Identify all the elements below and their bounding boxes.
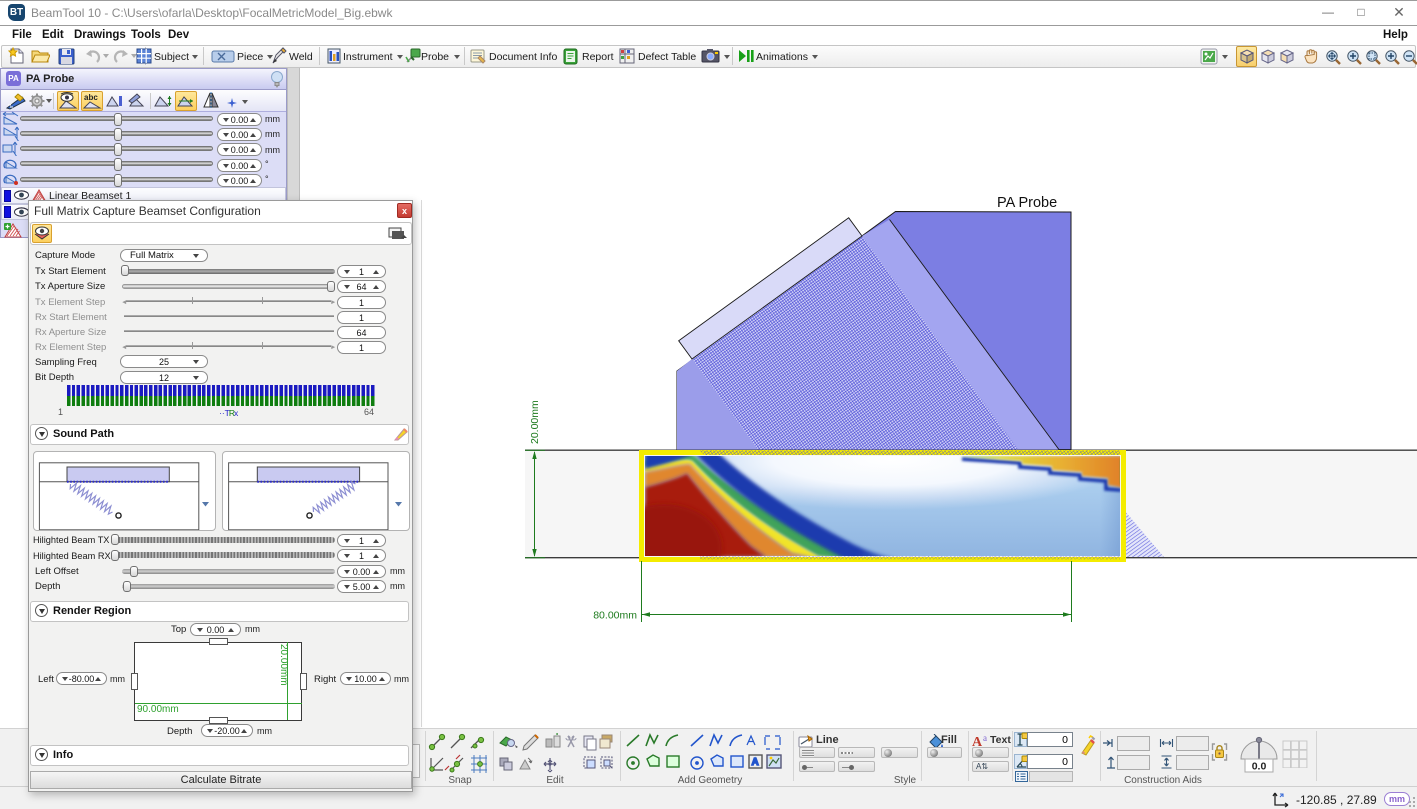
svg-text:PA Probe: PA Probe <box>997 195 1057 211</box>
svg-text:A: A <box>752 757 759 768</box>
svg-text:0.0: 0.0 <box>1252 761 1267 773</box>
svg-text:a: a <box>983 733 987 743</box>
svg-text:abc: abc <box>84 93 98 102</box>
svg-text:20.00mm: 20.00mm <box>529 400 541 444</box>
svg-text:80.00mm: 80.00mm <box>593 610 637 622</box>
